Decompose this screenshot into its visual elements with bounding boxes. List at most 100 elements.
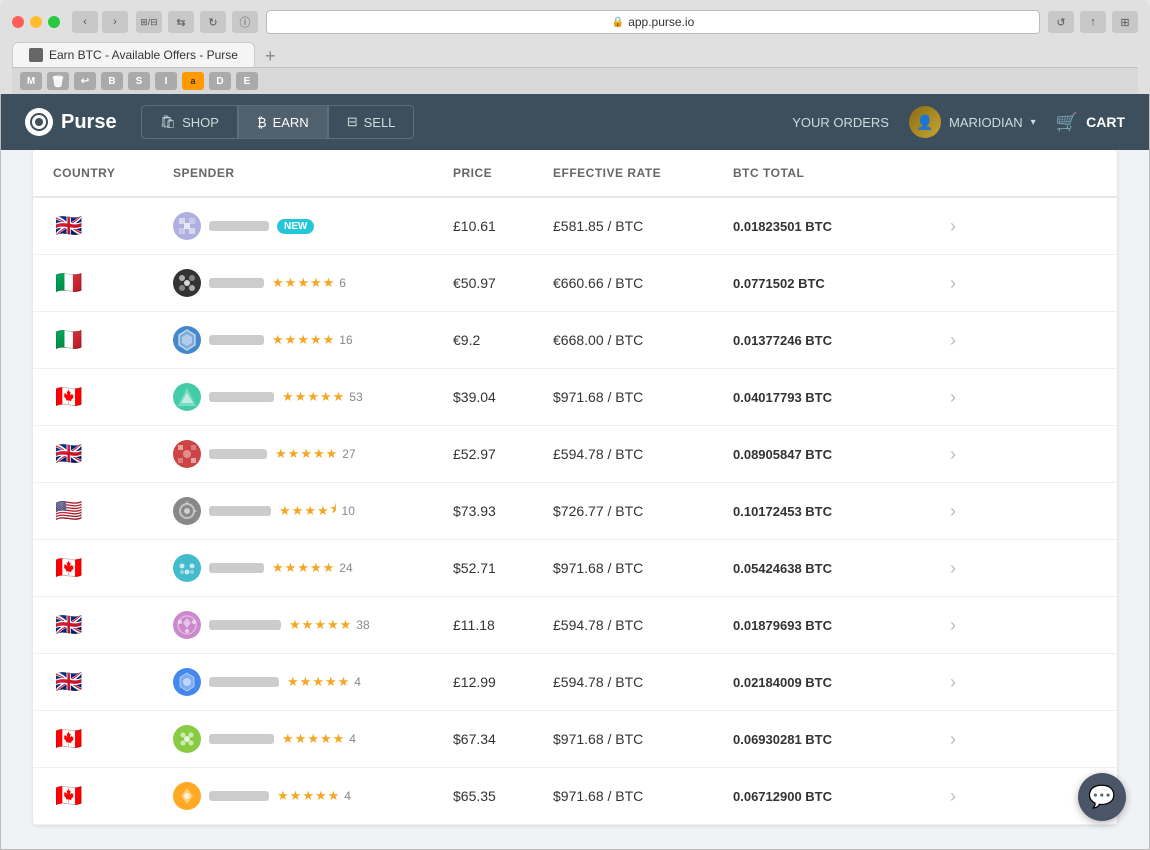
star-full: ★ <box>338 674 350 690</box>
review-count: 6 <box>339 276 346 290</box>
effective-rate-cell: $971.68 / BTC <box>553 731 733 747</box>
extension-amazon[interactable]: a <box>182 72 204 90</box>
star-full: ★ <box>320 731 332 747</box>
table-row[interactable]: 🇺🇸 ★★★★⯨10 $73.93 $726.77 / BTC 0.101724… <box>33 483 1117 540</box>
chat-button[interactable]: 💬 <box>1078 773 1126 821</box>
row-chevron-icon: › <box>933 501 973 522</box>
star-full: ★ <box>320 389 332 405</box>
address-bar[interactable]: 🔒 app.purse.io <box>266 10 1040 34</box>
country-flag: 🇬🇧 <box>53 614 85 636</box>
extension-e[interactable]: E <box>236 72 258 90</box>
extension-i[interactable]: I <box>155 72 177 90</box>
spender-avatar <box>173 611 201 639</box>
spender-cell: ★★★★★4 <box>173 782 453 810</box>
logo[interactable]: Purse <box>25 108 117 136</box>
active-tab[interactable]: Earn BTC - Available Offers - Purse <box>12 42 255 67</box>
stars-container: ★★★★★38 <box>289 617 370 633</box>
reader-view-button[interactable]: ⊞/⊟ <box>136 11 162 33</box>
spender-avatar <box>173 440 201 468</box>
effective-rate-cell: £594.78 / BTC <box>553 446 733 462</box>
spender-name <box>209 791 269 801</box>
star-full: ★ <box>310 560 322 576</box>
spender-cell: ★★★★★24 <box>173 554 453 582</box>
table-row[interactable]: 🇬🇧 ★★★★★4 £12.99 £594.78 / BTC 0.0218400… <box>33 654 1117 711</box>
tab-earn[interactable]: ₿ EARN <box>238 105 328 139</box>
table-row[interactable]: 🇮🇹 ★★★★★6 €50.97 €660.66 / BTC 0.0771502… <box>33 255 1117 312</box>
extension-d[interactable]: D <box>209 72 231 90</box>
spender-avatar <box>173 383 201 411</box>
spender-avatar <box>173 326 201 354</box>
star-full: ★ <box>272 332 284 348</box>
share-sheet-button[interactable]: ↑ <box>1080 11 1106 33</box>
price-cell: £10.61 <box>453 218 553 234</box>
price-cell: $73.93 <box>453 503 553 519</box>
btc-total-cell: 0.04017793 BTC <box>733 390 933 405</box>
stars-container: ★★★★★24 <box>272 560 353 576</box>
star-full: ★ <box>295 731 307 747</box>
info-button[interactable]: ⓘ <box>232 11 258 33</box>
tab-title: Earn BTC - Available Offers - Purse <box>49 48 238 62</box>
tab-sell[interactable]: ⊟ SELL <box>328 105 415 139</box>
table-row[interactable]: 🇨🇦 ★★★★★53 $39.04 $971.68 / BTC 0.040177… <box>33 369 1117 426</box>
spender-name <box>209 620 281 630</box>
btc-total-cell: 0.01879693 BTC <box>733 618 933 633</box>
lock-icon: 🔒 <box>612 17 624 28</box>
country-flag: 🇨🇦 <box>53 386 85 408</box>
table-row[interactable]: 🇨🇦 ★★★★★24 $52.71 $971.68 / BTC 0.054246… <box>33 540 1117 597</box>
table-row[interactable]: 🇮🇹 ★★★★★16 €9.2 €668.00 / BTC 0.01377246… <box>33 312 1117 369</box>
minimize-button[interactable] <box>30 16 42 28</box>
review-count: 27 <box>342 447 355 461</box>
table-row[interactable]: 🇬🇧 ★★★★★27 £52.97 £594.78 / BTC 0.089058… <box>33 426 1117 483</box>
price-cell: £52.97 <box>453 446 553 462</box>
country-flag: 🇮🇹 <box>53 329 85 351</box>
table-row[interactable]: 🇬🇧 NEW £10.61 £581.85 / BTC 0.01823501 B… <box>33 198 1117 255</box>
share-button[interactable]: ⇆ <box>168 11 194 33</box>
table-row[interactable]: 🇨🇦 ★★★★★4 $65.35 $971.68 / BTC 0.0671290… <box>33 768 1117 825</box>
reload-button[interactable]: ↻ <box>200 11 226 33</box>
star-full: ★ <box>272 275 284 291</box>
row-chevron-icon: › <box>933 672 973 693</box>
back-button[interactable]: ‹ <box>72 11 98 33</box>
spender-avatar <box>173 212 201 240</box>
earn-label: EARN <box>273 115 309 130</box>
maximize-button[interactable] <box>48 16 60 28</box>
extension-arrow[interactable]: ↩ <box>74 72 96 90</box>
star-full: ★ <box>333 731 345 747</box>
star-full: ★ <box>282 731 294 747</box>
review-count: 10 <box>342 504 355 518</box>
close-button[interactable] <box>12 16 24 28</box>
new-tab-icon[interactable]: + <box>259 46 282 67</box>
extension-trash[interactable]: 🗑 <box>47 72 69 90</box>
star-full: ★ <box>312 674 324 690</box>
spender-cell: ★★★★★4 <box>173 725 453 753</box>
nav-tabs: 🛍 SHOP ₿ EARN ⊟ SELL <box>141 105 415 139</box>
star-full: ★ <box>292 503 304 519</box>
refresh-button[interactable]: ↺ <box>1048 11 1074 33</box>
new-tab-button[interactable]: ⊞ <box>1112 11 1138 33</box>
shop-icon: 🛍 <box>160 114 177 130</box>
row-chevron-icon: › <box>933 729 973 750</box>
cart-label: CART <box>1086 114 1125 130</box>
extension-b[interactable]: B <box>101 72 123 90</box>
country-flag: 🇬🇧 <box>53 215 85 237</box>
extension-m[interactable]: M <box>20 72 42 90</box>
cart-button[interactable]: 🛒 CART <box>1056 112 1125 133</box>
effective-rate-cell: £594.78 / BTC <box>553 674 733 690</box>
table-row[interactable]: 🇬🇧 ★★★★★38 £11.18 £594.78 / BTC 0.018796… <box>33 597 1117 654</box>
your-orders-link[interactable]: YOUR ORDERS <box>792 115 889 130</box>
spender-avatar <box>173 554 201 582</box>
stars-container: ★★★★★4 <box>282 731 356 747</box>
tab-shop[interactable]: 🛍 SHOP <box>141 105 238 139</box>
table-row[interactable]: 🇨🇦 ★★★★★4 $67.34 $971.68 / BTC 0.0693028… <box>33 711 1117 768</box>
spender-cell: ★★★★★38 <box>173 611 453 639</box>
forward-button[interactable]: › <box>102 11 128 33</box>
star-full: ★ <box>302 788 314 804</box>
extension-s[interactable]: S <box>128 72 150 90</box>
review-count: 53 <box>349 390 362 404</box>
stars-container: ★★★★★6 <box>272 275 346 291</box>
spender-name <box>209 734 274 744</box>
col-effective-rate: EFFECTIVE RATE <box>553 166 733 180</box>
review-count: 4 <box>349 732 356 746</box>
user-menu[interactable]: 👤 MARIODIAN ▾ <box>909 106 1036 138</box>
table-body: 🇬🇧 NEW £10.61 £581.85 / BTC 0.01823501 B… <box>33 198 1117 825</box>
